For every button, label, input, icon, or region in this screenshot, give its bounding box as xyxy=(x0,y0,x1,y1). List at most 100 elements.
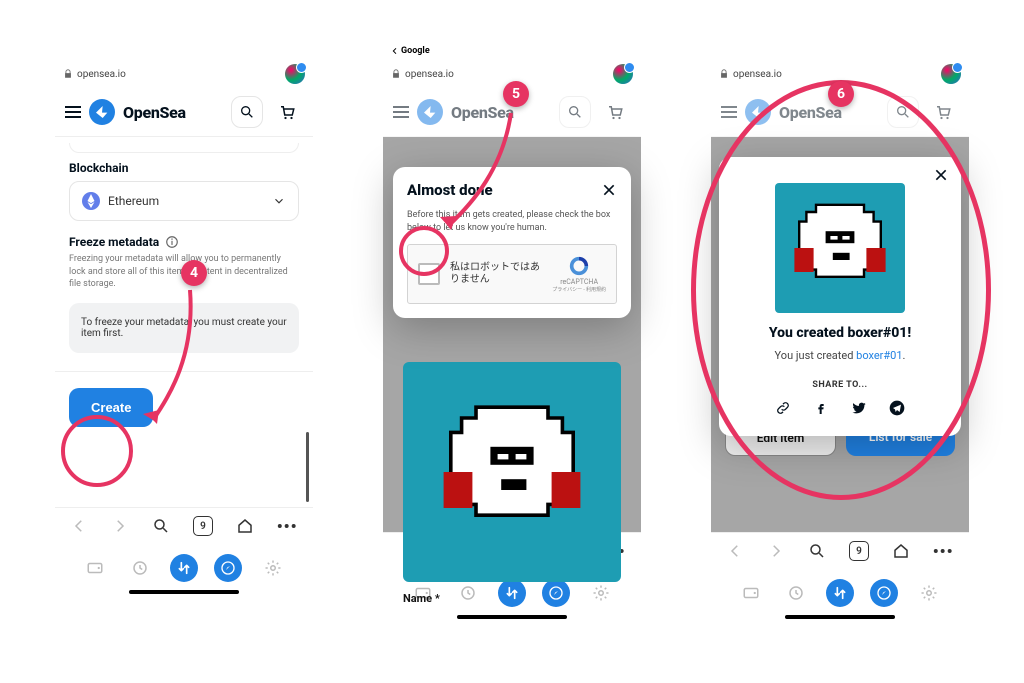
created-title: You created boxer#01! xyxy=(731,325,949,341)
home-indicator xyxy=(785,615,895,619)
screen-step-6: opensea.io OpenSea Edit item List for sa… xyxy=(711,60,969,619)
browser-nav-bar: 9 ••• xyxy=(711,532,969,569)
menu-button[interactable] xyxy=(393,106,409,118)
profile-avatar[interactable] xyxy=(613,64,633,84)
create-form-content: Blockchain Ethereum Freeze metadata Free… xyxy=(55,137,313,507)
screen2-body: Name * Almost done Before this item gets… xyxy=(383,137,641,532)
brand-name: OpenSea xyxy=(123,103,186,122)
search-button[interactable] xyxy=(231,96,263,128)
brand-name: OpenSea xyxy=(451,103,514,122)
recaptcha-checkbox[interactable] xyxy=(418,263,440,285)
browser-url-bar: opensea.io xyxy=(55,60,313,88)
share-telegram-icon[interactable] xyxy=(889,400,905,416)
modal-close-icon[interactable] xyxy=(601,182,617,198)
recaptcha-logo: reCAPTCHA プライバシー - 利用規約 xyxy=(552,255,606,293)
share-to-label: SHARE TO... xyxy=(731,380,949,390)
blockchain-select[interactable]: Ethereum xyxy=(69,181,299,221)
opensea-logo-icon xyxy=(89,99,115,125)
annotation-badge-6: 6 xyxy=(828,81,854,107)
almost-done-modal: Almost done Before this item gets create… xyxy=(393,167,631,318)
created-modal: You created boxer#01! You just created b… xyxy=(719,157,961,436)
nav-more-icon[interactable]: ••• xyxy=(933,542,954,561)
dock-settings[interactable] xyxy=(915,579,943,607)
search-icon xyxy=(239,104,255,120)
modal-title: Almost done xyxy=(407,181,493,199)
search-button[interactable] xyxy=(887,96,919,128)
share-facebook-icon[interactable] xyxy=(813,400,829,416)
home-indicator xyxy=(457,615,567,619)
nav-search-icon[interactable] xyxy=(808,542,826,560)
url-text: opensea.io xyxy=(77,69,126,80)
created-item-link[interactable]: boxer#01 xyxy=(856,349,902,362)
screen3-body: Edit item List for sale You created boxe… xyxy=(711,137,969,532)
back-to-google[interactable]: Google xyxy=(391,46,430,56)
share-twitter-icon[interactable] xyxy=(851,400,867,416)
dock-settings[interactable] xyxy=(259,554,287,582)
screen-step-5: Google opensea.io OpenSea Name * Almost … xyxy=(383,60,641,619)
tab-count[interactable]: 9 xyxy=(193,516,213,536)
bottom-dock xyxy=(711,569,969,609)
dock-explore[interactable] xyxy=(214,554,242,582)
opensea-logo-icon xyxy=(417,99,443,125)
created-nft-preview xyxy=(775,183,905,313)
profile-avatar[interactable] xyxy=(941,64,961,84)
annotation-badge-4: 4 xyxy=(181,260,207,286)
create-button[interactable]: Create xyxy=(69,388,153,427)
cart-icon xyxy=(278,103,296,121)
cart-button[interactable] xyxy=(271,96,303,128)
url-text: opensea.io xyxy=(733,69,782,80)
dock-clock[interactable] xyxy=(782,579,810,607)
brand-name: OpenSea xyxy=(779,103,842,122)
dock-explore[interactable] xyxy=(542,579,570,607)
chevron-down-icon xyxy=(272,194,286,208)
home-indicator xyxy=(129,590,239,594)
blockchain-value: Ethereum xyxy=(108,194,159,208)
modal-subtitle: Before this item gets created, please ch… xyxy=(407,209,617,234)
opensea-logo-icon xyxy=(745,99,771,125)
dock-clock[interactable] xyxy=(126,554,154,582)
profile-avatar[interactable] xyxy=(285,64,305,84)
browser-nav-bar: 9 ••• xyxy=(55,507,313,544)
annotation-badge-5: 5 xyxy=(503,81,529,107)
dock-wallet[interactable] xyxy=(737,579,765,607)
nav-back-icon[interactable] xyxy=(726,542,744,560)
freeze-metadata-label: Freeze metadata xyxy=(69,235,159,249)
dock-clock[interactable] xyxy=(454,579,482,607)
lock-icon xyxy=(63,69,73,79)
cart-button[interactable] xyxy=(927,96,959,128)
cart-button[interactable] xyxy=(599,96,631,128)
nft-image-preview-bg xyxy=(403,362,621,582)
lock-icon xyxy=(391,69,401,79)
recaptcha-label: 私はロボットではありません xyxy=(450,262,542,286)
recaptcha-widget: 私はロボットではありません reCAPTCHA プライバシー - 利用規約 xyxy=(407,244,617,304)
nav-back-icon[interactable] xyxy=(70,517,88,535)
tab-count[interactable]: 9 xyxy=(849,541,869,561)
share-row xyxy=(731,400,949,416)
nav-more-icon[interactable]: ••• xyxy=(277,517,298,536)
modal-close-icon[interactable] xyxy=(933,167,949,183)
dock-swap[interactable] xyxy=(170,554,198,582)
menu-button[interactable] xyxy=(721,106,737,118)
nav-forward-icon[interactable] xyxy=(111,517,129,535)
blockchain-label: Blockchain xyxy=(69,161,299,175)
dock-swap[interactable] xyxy=(826,579,854,607)
info-icon[interactable] xyxy=(165,235,179,249)
dock-settings[interactable] xyxy=(587,579,615,607)
menu-button[interactable] xyxy=(65,106,81,118)
dock-swap[interactable] xyxy=(498,579,526,607)
freeze-metadata-notice: To freeze your metadata, you must create… xyxy=(69,303,299,353)
scrollbar[interactable] xyxy=(306,432,309,502)
share-link-icon[interactable] xyxy=(775,400,791,416)
nav-home-icon[interactable] xyxy=(892,542,910,560)
dock-wallet[interactable] xyxy=(81,554,109,582)
nav-forward-icon[interactable] xyxy=(767,542,785,560)
search-button[interactable] xyxy=(559,96,591,128)
app-header: OpenSea xyxy=(55,88,313,137)
nav-home-icon[interactable] xyxy=(236,517,254,535)
lock-icon xyxy=(719,69,729,79)
dock-explore[interactable] xyxy=(870,579,898,607)
url-text: opensea.io xyxy=(405,69,454,80)
nav-search-icon[interactable] xyxy=(152,517,170,535)
name-field-label: Name * xyxy=(403,592,440,605)
screen-step-4: opensea.io OpenSea Blockchain Ethereum xyxy=(55,60,313,619)
